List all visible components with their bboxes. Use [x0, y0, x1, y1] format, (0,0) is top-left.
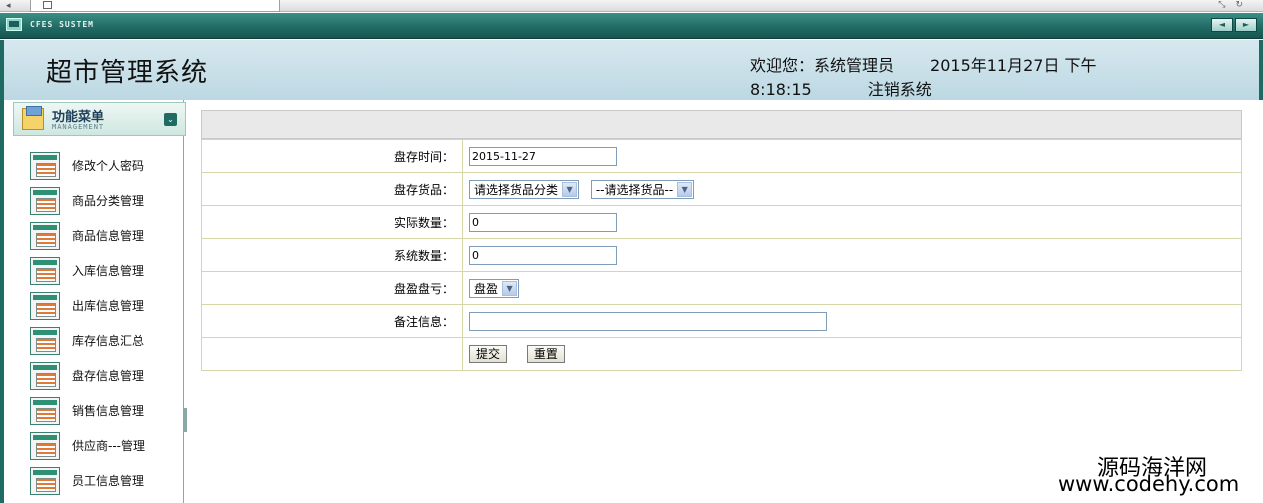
- sidebar-item-label: 商品分类管理: [72, 194, 145, 208]
- welcome-prefix: 欢迎您：: [750, 56, 815, 75]
- doc-icon: [30, 151, 60, 180]
- window-titlebar: CFES SUSTEM ◄ ►: [0, 13, 1263, 39]
- doc-icon: [30, 396, 60, 425]
- back-arrow-icon[interactable]: ◂: [6, 1, 11, 11]
- sidebar-item-goods[interactable]: 商品信息管理: [30, 218, 180, 253]
- sidebar-item-outbound[interactable]: 出库信息管理: [30, 288, 180, 323]
- doc-icon: [30, 291, 60, 320]
- category-select[interactable]: 请选择货品分类 ▼: [469, 179, 580, 199]
- page-header: 超市管理系统 欢迎您：系统管理员 2015年11月27日 下午 8:18:15 注销…: [0, 40, 1263, 100]
- form-row-system-qty: 系统数量：: [201, 238, 1242, 272]
- datetime-date: 2015年11月27日 下午: [930, 56, 1097, 75]
- sidebar-item-stock-summary[interactable]: 库存信息汇总: [30, 323, 180, 358]
- menu-subtitle: MANAGEMENT: [52, 123, 105, 131]
- doc-icon: [30, 221, 60, 250]
- system-qty-label: 系统数量：: [201, 238, 463, 272]
- profit-loss-select[interactable]: 盘盈 ▼: [469, 278, 520, 298]
- app-title: 超市管理系统: [46, 58, 209, 88]
- sidebar-item-label: 出库信息管理: [72, 299, 145, 313]
- remarks-input[interactable]: [469, 311, 827, 331]
- browser-tab-strip: ◂ ⤡↻: [0, 0, 1263, 12]
- sidebar-item-label: 盘存信息管理: [72, 369, 145, 383]
- monitor-icon: [6, 18, 22, 31]
- browser-toolbar-icons[interactable]: ⤡↻: [1218, 0, 1253, 11]
- sidebar-item-label: 供应商---管理: [72, 439, 145, 453]
- sidebar-item-label: 销售信息管理: [72, 404, 145, 418]
- scroll-right-button[interactable]: ►: [1235, 18, 1257, 32]
- goods-label: 盘存货品：: [201, 172, 463, 206]
- sidebar-item-inventory-check[interactable]: 盘存信息管理: [30, 358, 180, 393]
- form-row-profit-loss: 盘盈盘亏： 盘盈 ▼: [201, 271, 1242, 305]
- form-row-goods: 盘存货品： 请选择货品分类 ▼ --请选择货品-- ▼: [201, 172, 1242, 206]
- actual-qty-input[interactable]: [469, 212, 617, 232]
- form-row-time: 盘存时间：: [201, 139, 1242, 173]
- doc-icon: [30, 326, 60, 355]
- form-row-actions: 提交 重置: [201, 337, 1242, 371]
- welcome-area: 欢迎您：系统管理员 2015年11月27日 下午 8:18:15 注销系统: [750, 54, 1180, 102]
- sidebar-item-label: 修改个人密码: [72, 159, 145, 173]
- doc-icon: [30, 186, 60, 215]
- browser-tab[interactable]: [30, 0, 280, 12]
- app-window: ◂ ⤡↻ CFES SUSTEM ◄ ► 超市管理系统 欢迎您：系统管理员 201…: [0, 0, 1263, 503]
- watermark-url: www.codehy.com: [1058, 472, 1240, 496]
- scroll-left-button[interactable]: ◄: [1211, 18, 1233, 32]
- form-row-remarks: 备注信息：: [201, 304, 1242, 338]
- doc-icon: [30, 256, 60, 285]
- datetime-time: 8:18:15: [750, 80, 812, 99]
- inventory-time-input[interactable]: [469, 146, 617, 166]
- system-qty-input[interactable]: [469, 245, 617, 265]
- sidebar-item-label: 入库信息管理: [72, 264, 145, 278]
- doc-icon: [30, 466, 60, 495]
- sidebar-item-label: 库存信息汇总: [72, 334, 145, 348]
- goods-select-value: --请选择货品--: [595, 182, 674, 197]
- inventory-form: 盘存时间： 盘存货品： 请选择货品分类 ▼ --请选择货品-- ▼: [201, 110, 1242, 371]
- chevron-down-icon: ▼: [562, 181, 578, 197]
- sidebar-resize-handle[interactable]: [184, 408, 187, 432]
- category-select-value: 请选择货品分类: [474, 182, 559, 197]
- form-header-bar: [201, 110, 1242, 139]
- doc-icon: [30, 361, 60, 390]
- sidebar-item-label: 员工信息管理: [72, 474, 145, 488]
- sidebar-item-change-password[interactable]: 修改个人密码: [30, 148, 180, 183]
- inventory-time-label: 盘存时间：: [201, 139, 463, 173]
- chevron-down-icon: ▼: [677, 181, 693, 197]
- form-table: 盘存时间： 盘存货品： 请选择货品分类 ▼ --请选择货品-- ▼: [201, 139, 1242, 371]
- sidebar-item-category[interactable]: 商品分类管理: [30, 183, 180, 218]
- sidebar: 功能菜单 MANAGEMENT ⌄ 修改个人密码 商品分类管理 商品信息管理 入…: [0, 100, 187, 503]
- chevron-double-down-icon[interactable]: ⌄: [164, 113, 177, 126]
- sidebar-item-supplier[interactable]: 供应商---管理: [30, 428, 180, 463]
- page-favicon-icon: [43, 1, 52, 9]
- sidebar-item-sales[interactable]: 销售信息管理: [30, 393, 180, 428]
- reset-button[interactable]: 重置: [526, 345, 565, 363]
- system-label: CFES SUSTEM: [30, 20, 94, 29]
- submit-button[interactable]: 提交: [469, 345, 508, 363]
- goods-select[interactable]: --请选择货品-- ▼: [590, 179, 695, 199]
- menu-header[interactable]: 功能菜单 MANAGEMENT ⌄: [13, 102, 186, 136]
- profit-loss-label: 盘盈盘亏：: [201, 271, 463, 305]
- folder-menu-icon: [22, 106, 44, 130]
- doc-icon: [30, 431, 60, 460]
- sidebar-item-staff[interactable]: 员工信息管理: [30, 463, 180, 498]
- remarks-label: 备注信息：: [201, 304, 463, 338]
- form-row-actual-qty: 实际数量：: [201, 205, 1242, 239]
- menu-list: 修改个人密码 商品分类管理 商品信息管理 入库信息管理 出库信息管理 库存信息汇…: [30, 148, 180, 498]
- sidebar-item-label: 商品信息管理: [72, 229, 145, 243]
- actual-qty-label: 实际数量：: [201, 205, 463, 239]
- sidebar-item-inbound[interactable]: 入库信息管理: [30, 253, 180, 288]
- user-name: 系统管理员: [814, 56, 895, 75]
- logout-link[interactable]: 注销系统: [868, 78, 932, 102]
- chevron-down-icon: ▼: [502, 280, 518, 296]
- profit-loss-select-value: 盘盈: [474, 281, 499, 296]
